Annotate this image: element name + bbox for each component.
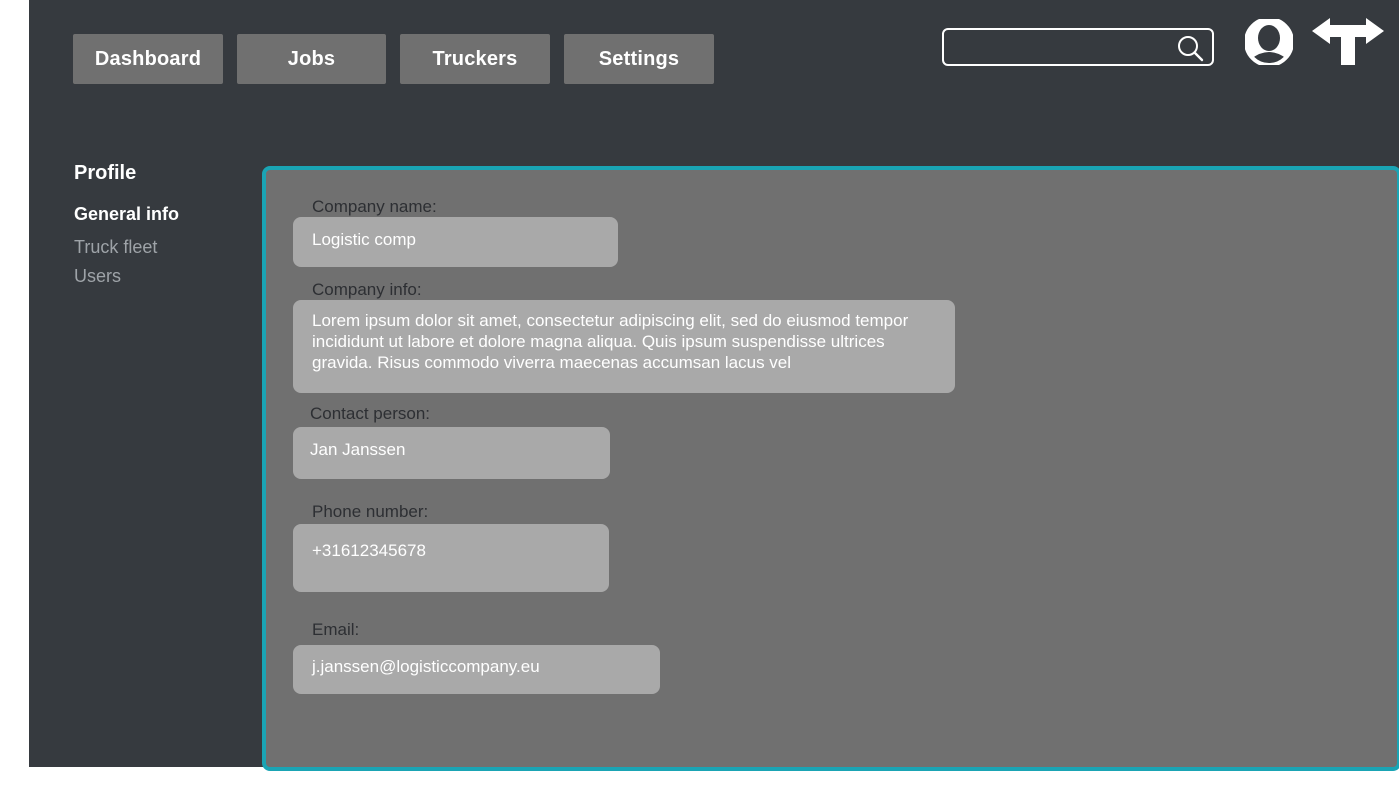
company-info-field[interactable]: Lorem ipsum dolor sit amet, consectetur …	[293, 300, 955, 393]
sidebar-item-truck-fleet[interactable]: Truck fleet	[74, 237, 157, 258]
general-info-panel: Company name: Logistic comp Company info…	[262, 166, 1399, 771]
phone-number-label: Phone number:	[312, 502, 429, 521]
search-input[interactable]	[952, 33, 1174, 63]
nav-truckers-button[interactable]: Truckers	[400, 34, 550, 84]
sidebar-title: Profile	[74, 162, 137, 184]
sidebar-item-users[interactable]: Users	[74, 266, 121, 287]
company-info-label: Company info:	[312, 280, 422, 299]
app-window: Dashboard Jobs Truckers Settings Profile…	[29, 0, 1399, 771]
phone-number-field[interactable]: +31612345678	[293, 524, 609, 592]
company-name-label: Company name:	[312, 197, 437, 216]
email-field[interactable]: j.janssen@logisticcompany.eu	[293, 645, 660, 694]
user-avatar-icon[interactable]	[1244, 17, 1294, 67]
signpost-icon[interactable]	[1312, 17, 1384, 65]
nav-settings-button[interactable]: Settings	[564, 34, 714, 84]
sidebar-item-general-info[interactable]: General info	[74, 204, 179, 225]
search-box[interactable]	[942, 28, 1214, 66]
nav-jobs-button[interactable]: Jobs	[237, 34, 386, 84]
nav-dashboard-button[interactable]: Dashboard	[73, 34, 223, 84]
email-label: Email:	[312, 620, 360, 639]
search-icon[interactable]	[1176, 34, 1204, 62]
contact-person-field[interactable]: Jan Janssen	[293, 427, 610, 479]
company-name-field[interactable]: Logistic comp	[293, 217, 618, 267]
contact-person-label: Contact person:	[310, 404, 431, 423]
